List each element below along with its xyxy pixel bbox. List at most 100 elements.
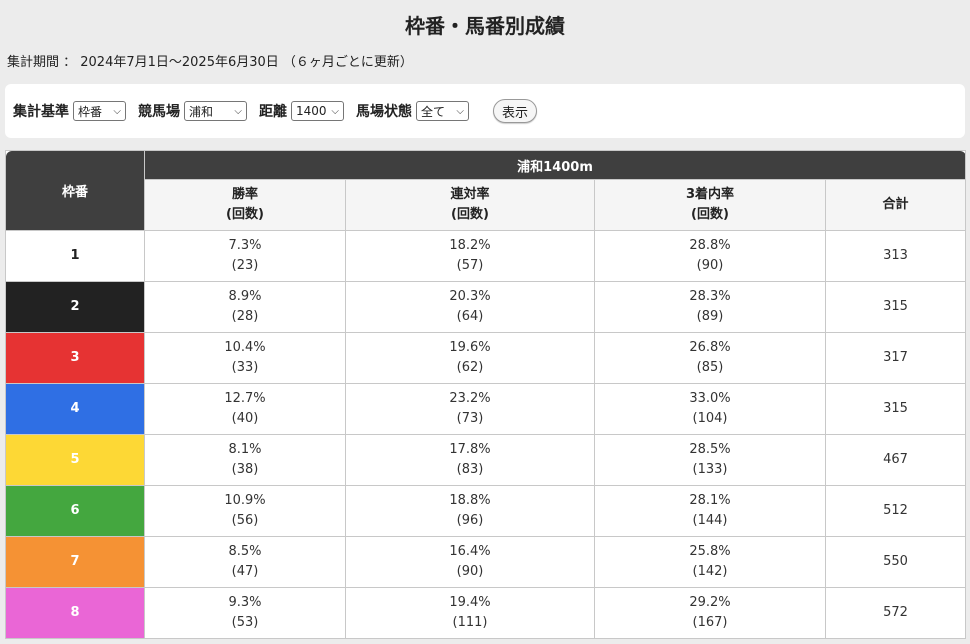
- distance-select-value: 1400: [296, 104, 327, 118]
- top3-rate-cell: 28.5% (133): [594, 434, 826, 486]
- quinella-rate-cell-rate: 20.3%: [449, 289, 491, 304]
- waku-cell: 7: [5, 536, 145, 588]
- top3-rate-cell: 33.0% (104): [594, 383, 826, 435]
- quinella-rate-cell-count: (73): [456, 411, 484, 426]
- top3-rate-cell-count: (104): [692, 411, 728, 426]
- top3-rate-cell-count: (85): [696, 360, 724, 375]
- quinella-rate-cell-rate: 16.4%: [449, 544, 491, 559]
- quinella-rate-header-label: 連対率: [450, 187, 490, 202]
- quinella-rate-cell: 18.8% (96): [345, 485, 595, 537]
- waku-header: 枠番: [5, 150, 145, 231]
- win-rate-cell-rate: 7.3%: [228, 238, 262, 253]
- waku-cell: 2: [5, 281, 145, 333]
- waku-cell: 6: [5, 485, 145, 537]
- condition-label: 馬場状態: [356, 104, 412, 120]
- total-cell: 572: [824, 587, 967, 639]
- distance-filter: 距離 1400 ⌵: [259, 101, 344, 121]
- top3-rate-cell-count: (144): [692, 513, 728, 528]
- distance-select[interactable]: 1400 ⌵: [291, 101, 344, 121]
- chevron-down-icon: ⌵: [234, 105, 242, 117]
- win-rate-cell-rate: 9.3%: [228, 595, 262, 610]
- basis-select[interactable]: 枠番 ⌵: [73, 101, 126, 121]
- waku-cell: 5: [5, 434, 145, 486]
- total-cell: 315: [824, 383, 967, 435]
- quinella-rate-cell-rate: 18.8%: [449, 493, 491, 508]
- quinella-rate-header: 連対率 (回数): [345, 179, 595, 231]
- win-rate-cell-count: (38): [231, 462, 259, 477]
- win-rate-header-sub: (回数): [226, 207, 264, 222]
- win-rate-cell-count: (40): [231, 411, 259, 426]
- distance-label: 距離: [259, 104, 287, 120]
- show-button[interactable]: 表示: [493, 99, 538, 123]
- top3-rate-cell-rate: 25.8%: [689, 544, 731, 559]
- top3-rate-cell: 28.1% (144): [594, 485, 826, 537]
- condition-select-value: 全て: [421, 104, 446, 119]
- table-row: 8 9.3% (53) 19.4% (111) 29.2% (167) 572: [5, 587, 967, 639]
- win-rate-cell-count: (23): [231, 258, 259, 273]
- table-row: 1 7.3% (23) 18.2% (57) 28.8% (90) 313: [5, 230, 967, 282]
- waku-cell: 8: [5, 587, 145, 639]
- chevron-down-icon: ⌵: [331, 105, 339, 117]
- win-rate-cell: 8.9% (28): [144, 281, 346, 333]
- win-rate-cell: 8.1% (38): [144, 434, 346, 486]
- total-cell: 467: [824, 434, 967, 486]
- top3-rate-cell: 28.3% (89): [594, 281, 826, 333]
- win-rate-cell: 10.4% (33): [144, 332, 346, 384]
- win-rate-cell: 10.9% (56): [144, 485, 346, 537]
- top3-rate-header-sub: (回数): [691, 207, 729, 222]
- top3-rate-header-label: 3着内率: [685, 187, 735, 202]
- quinella-rate-cell-count: (96): [456, 513, 484, 528]
- table-row: 2 8.9% (28) 20.3% (64) 28.3% (89) 315: [5, 281, 967, 333]
- waku-cell: 3: [5, 332, 145, 384]
- top3-rate-cell-count: (89): [696, 309, 724, 324]
- quinella-rate-cell: 19.4% (111): [345, 587, 595, 639]
- quinella-rate-cell: 17.8% (83): [345, 434, 595, 486]
- win-rate-header: 勝率 (回数): [144, 179, 346, 231]
- win-rate-cell-count: (33): [231, 360, 259, 375]
- quinella-rate-cell-rate: 23.2%: [449, 391, 491, 406]
- win-rate-cell-count: (53): [231, 615, 259, 630]
- win-rate-cell-count: (56): [231, 513, 259, 528]
- quinella-rate-cell-rate: 19.6%: [449, 340, 491, 355]
- quinella-rate-header-sub: (回数): [451, 207, 489, 222]
- top3-rate-cell-rate: 26.8%: [689, 340, 731, 355]
- quinella-rate-cell: 19.6% (62): [345, 332, 595, 384]
- course-select-value: 浦和: [189, 104, 214, 119]
- top3-rate-cell-count: (90): [696, 258, 724, 273]
- win-rate-cell-rate: 8.9%: [228, 289, 262, 304]
- filter-panel: 集計基準 枠番 ⌵ 競馬場 浦和 ⌵ 距離 1400 ⌵ 馬場状態 全て ⌵ 表…: [5, 84, 965, 138]
- total-cell: 313: [824, 230, 967, 282]
- total-cell: 315: [824, 281, 967, 333]
- win-rate-cell: 9.3% (53): [144, 587, 346, 639]
- quinella-rate-cell: 20.3% (64): [345, 281, 595, 333]
- page-title: 枠番・馬番別成績: [405, 14, 565, 38]
- waku-cell: 4: [5, 383, 145, 435]
- win-rate-cell: 12.7% (40): [144, 383, 346, 435]
- quinella-rate-cell-rate: 19.4%: [449, 595, 491, 610]
- top3-rate-cell-rate: 28.3%: [689, 289, 731, 304]
- win-rate-cell-rate: 8.1%: [228, 442, 262, 457]
- results-table: 枠番 浦和1400m 勝率 (回数) 連対率 (回数) 3着内率 (回数) 合計…: [5, 150, 967, 639]
- quinella-rate-cell-count: (83): [456, 462, 484, 477]
- win-rate-cell-rate: 12.7%: [224, 391, 266, 406]
- basis-filter: 集計基準 枠番 ⌵: [13, 101, 126, 121]
- win-rate-header-label: 勝率: [231, 187, 258, 202]
- top3-rate-cell-count: (167): [692, 615, 728, 630]
- win-rate-cell: 7.3% (23): [144, 230, 346, 282]
- quinella-rate-cell-count: (90): [456, 564, 484, 579]
- table-row: 3 10.4% (33) 19.6% (62) 26.8% (85) 317: [5, 332, 967, 384]
- top3-rate-cell-rate: 28.8%: [689, 238, 731, 253]
- win-rate-cell-rate: 10.4%: [224, 340, 266, 355]
- quinella-rate-cell-count: (64): [456, 309, 484, 324]
- condition-select[interactable]: 全て ⌵: [416, 101, 469, 121]
- top3-rate-cell-count: (133): [692, 462, 728, 477]
- win-rate-cell: 8.5% (47): [144, 536, 346, 588]
- condition-filter: 馬場状態 全て ⌵: [356, 101, 469, 121]
- win-rate-cell-count: (47): [231, 564, 259, 579]
- chevron-down-icon: ⌵: [456, 105, 464, 117]
- course-select[interactable]: 浦和 ⌵: [184, 101, 247, 121]
- aggregation-period: 集計期間 ： 2024年7月1日～2025年6月30日 （６ヶ月ごとに更新）: [7, 55, 413, 70]
- total-cell: 317: [824, 332, 967, 384]
- top3-rate-cell-count: (142): [692, 564, 728, 579]
- course-header: 浦和1400m: [143, 150, 967, 180]
